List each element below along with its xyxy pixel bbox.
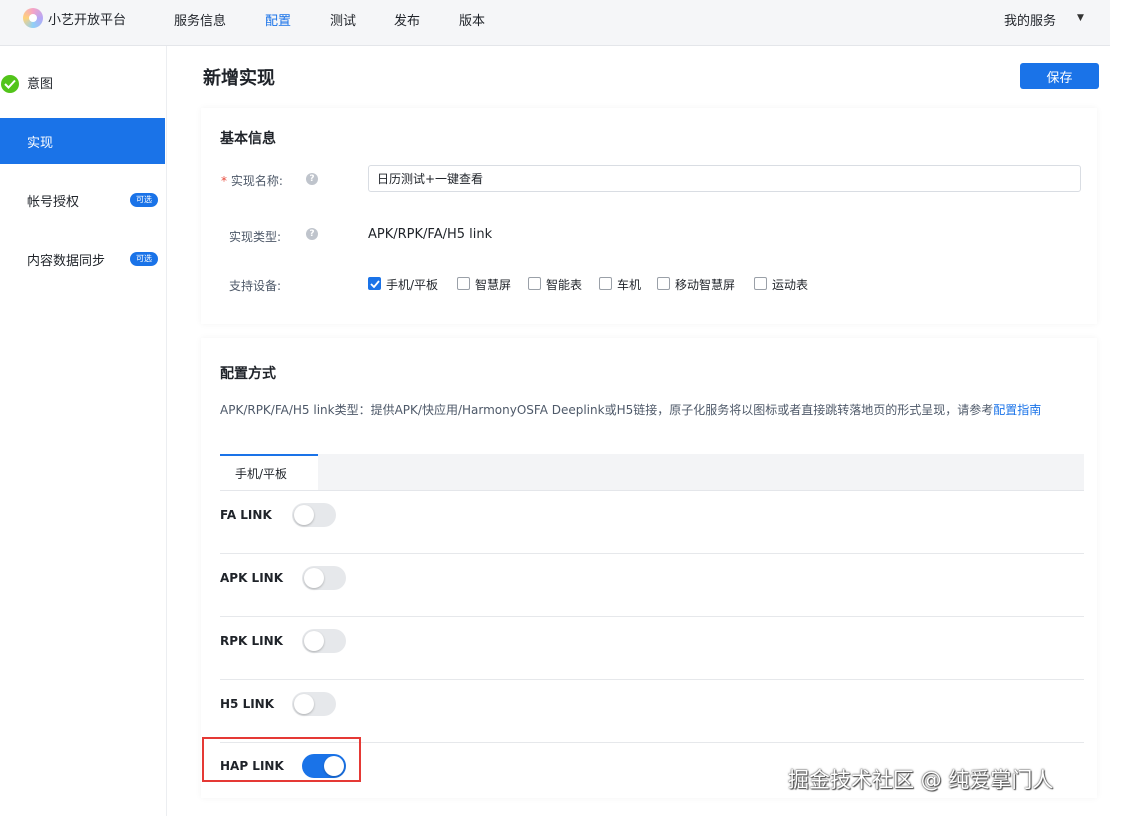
optional-badge: 可选 [130,193,158,207]
fa-link-row: FA LINK [220,491,1084,554]
checkbox-icon[interactable] [457,277,470,290]
toggle-knob [294,694,314,714]
tab-phone-tablet[interactable]: 手机/平板 [220,454,318,490]
nav-service-info[interactable]: 服务信息 [174,10,226,29]
sidebar-item-implementation[interactable]: 实现 [0,118,165,164]
config-title: 配置方式 [220,366,276,382]
device-tabs: 手机/平板 [220,454,1084,491]
toggle-knob [304,568,324,588]
top-bar: 小艺开放平台 服务信息 配置 测试 发布 版本 我的服务 ▼ [0,0,1110,46]
nav-publish[interactable]: 发布 [394,10,420,29]
checkbox-label: 移动智慧屏 [675,278,736,292]
sidebar: 意图 实现 帐号授权 可选 内容数据同步 可选 [0,46,167,816]
basic-info-title: 基本信息 [220,131,276,147]
my-service-menu[interactable]: 我的服务 [1004,10,1056,29]
sidebar-item-label: 意图 [27,77,54,92]
apk-link-row: APK LINK [220,554,1084,617]
save-button[interactable]: 保存 [1020,63,1099,89]
help-icon[interactable]: ? [306,173,318,185]
h5-link-label: H5 LINK [220,697,275,711]
sidebar-item-account-auth[interactable]: 帐号授权 可选 [0,177,165,223]
checkbox-icon[interactable] [754,277,767,290]
implementation-name-input[interactable] [368,165,1081,192]
nav-version[interactable]: 版本 [459,10,485,29]
rpk-link-toggle[interactable] [302,629,346,653]
chevron-down-icon[interactable]: ▼ [1077,13,1084,23]
devices-label: 支持设备: [229,279,282,293]
check-circle-icon [1,75,19,93]
config-description: APK/RPK/FA/H5 link类型：提供APK/快应用/HarmonyOS… [220,403,1042,417]
config-guide-link[interactable]: 配置指南 [993,403,1041,417]
rpk-link-row: RPK LINK [220,617,1084,680]
sidebar-item-label: 帐号授权 [27,195,80,210]
watermark: 掘金技术社区 @ 纯爱掌门人 [788,768,1054,792]
type-label: 实现类型: [229,230,282,244]
checkbox-label: 智慧屏 [475,278,512,292]
rpk-link-label: RPK LINK [220,634,283,648]
nav-test[interactable]: 测试 [330,10,356,29]
sidebar-item-label: 实现 [27,136,54,151]
h5-link-toggle[interactable] [292,692,336,716]
name-label: * 实现名称: [221,174,283,188]
checkbox-checked-icon[interactable] [368,277,381,290]
sidebar-item-label: 内容数据同步 [27,254,106,269]
fa-link-toggle[interactable] [292,503,336,527]
fa-link-label: FA LINK [220,508,272,522]
checkbox-label: 智能表 [546,278,583,292]
checkbox-icon[interactable] [599,277,612,290]
toggle-knob [294,505,314,525]
checkbox-label: 运动表 [772,278,809,292]
basic-info-card [201,108,1097,324]
platform-logo-icon[interactable] [23,8,43,28]
checkbox-label: 手机/平板 [386,278,439,292]
sidebar-item-intent[interactable]: 意图 [0,59,165,105]
toggle-knob [304,631,324,651]
page-title: 新增实现 [203,68,275,89]
apk-link-label: APK LINK [220,571,284,585]
tab-label: 手机/平板 [235,467,288,481]
checkbox-icon[interactable] [657,277,670,290]
sidebar-item-content-sync[interactable]: 内容数据同步 可选 [0,236,165,282]
nav-config[interactable]: 配置 [265,10,291,29]
checkbox-label: 车机 [617,278,642,292]
highlight-box [202,737,361,782]
apk-link-toggle[interactable] [302,566,346,590]
implementation-type-value: APK/RPK/FA/H5 link [368,227,493,242]
checkbox-icon[interactable] [528,277,541,290]
h5-link-row: H5 LINK [220,680,1084,743]
help-icon[interactable]: ? [306,228,318,240]
platform-name[interactable]: 小艺开放平台 [48,9,126,28]
optional-badge: 可选 [130,252,158,266]
